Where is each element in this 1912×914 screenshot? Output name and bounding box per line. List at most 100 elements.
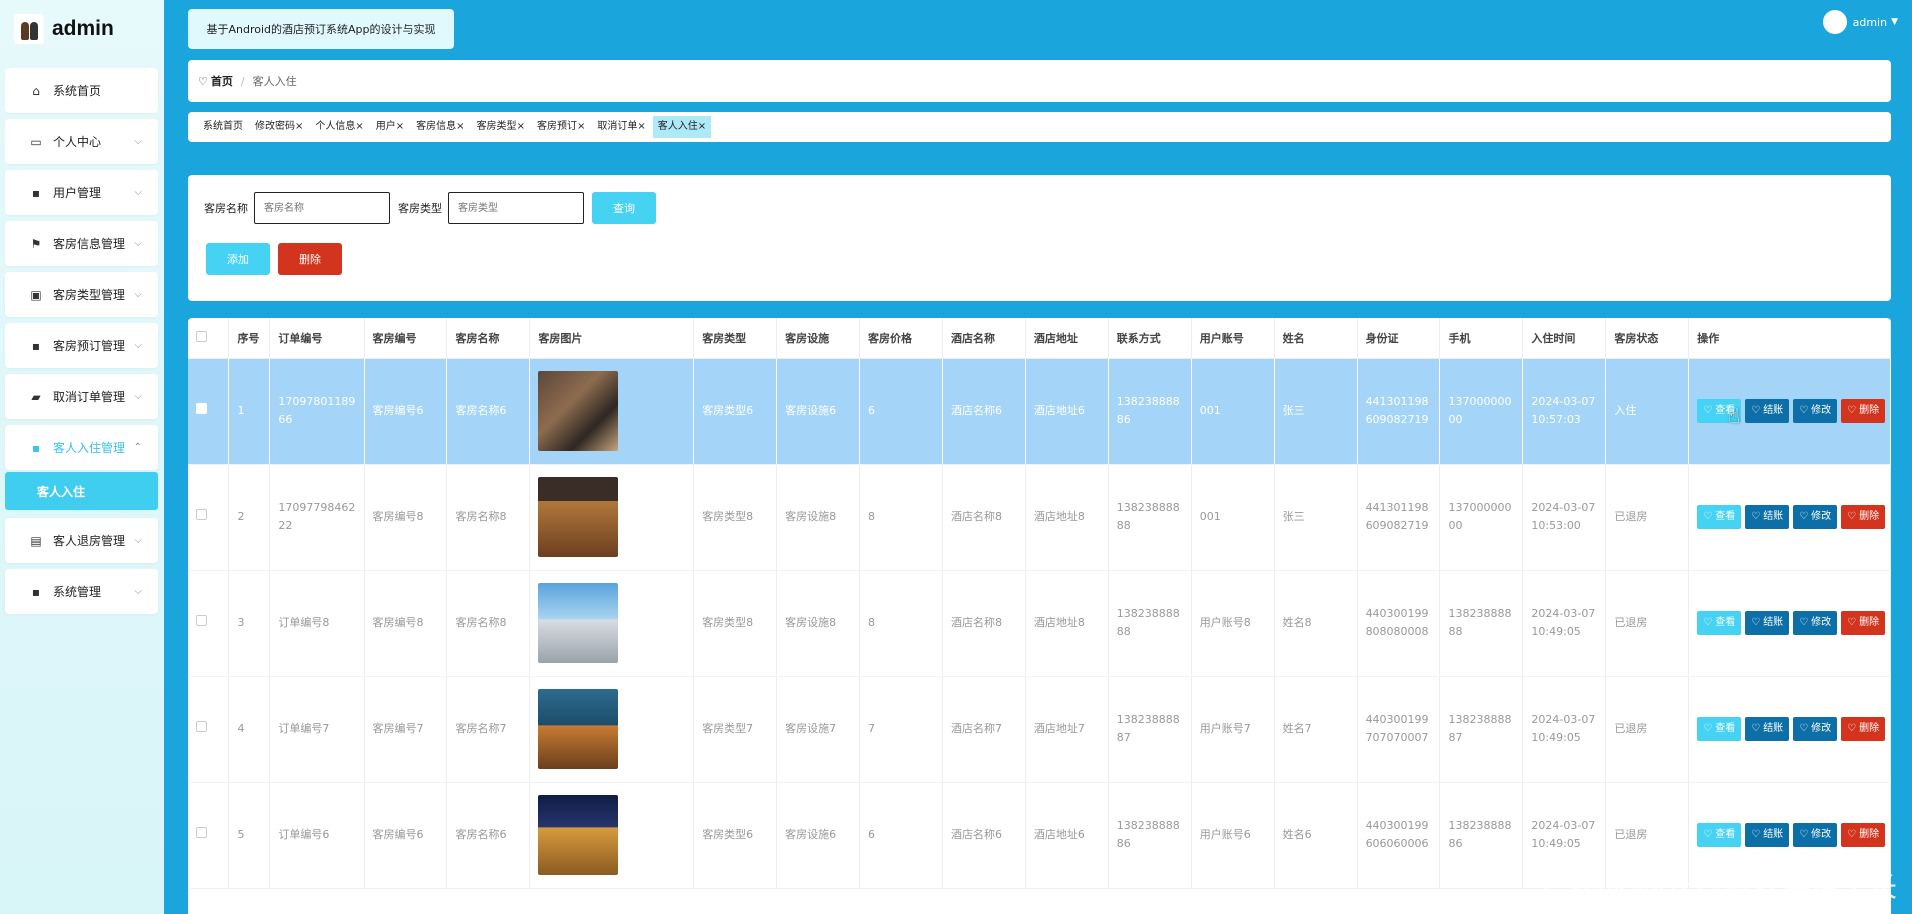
tab-cancel-order[interactable]: 取消订单× [592,116,650,138]
tab-home[interactable]: 系统首页 [198,116,248,138]
room-thumbnail-image[interactable] [538,477,619,557]
room-type-input[interactable] [448,192,584,224]
edit-button[interactable]: ♡ 修改 [1793,823,1838,847]
row-delete-button[interactable]: ♡ 删除 [1841,717,1886,741]
row-checkbox[interactable] [196,721,207,732]
row-delete-button[interactable]: ♡ 删除 [1841,505,1886,529]
tab-personal-info[interactable]: 个人信息× [310,116,368,138]
row-delete-button[interactable]: ♡ 删除 [1841,399,1886,423]
tab-label: 用户 [375,121,396,132]
column-header: 酒店名称 [942,318,1026,359]
close-icon[interactable]: × [517,121,525,132]
checkout-button[interactable]: ♡ 结账 [1745,399,1790,423]
room-thumbnail-image[interactable] [538,795,619,875]
select-all-checkbox[interactable] [196,330,207,342]
room-name-input[interactable] [254,192,390,224]
row-select-cell[interactable] [188,464,230,571]
row-checkbox[interactable] [196,403,207,414]
heart-icon: ♡ [1751,829,1761,840]
tab-change-password[interactable]: 修改密码× [250,116,308,138]
sidebar-item-checkout[interactable]: ▤ 客人退房管理 ⌵ [5,518,158,563]
sidebar-item-booking[interactable]: ▪ 客房预订管理 ⌵ [5,323,158,368]
row-select-cell[interactable] [188,570,230,677]
view-button[interactable]: ♡ 查看 [1697,611,1742,635]
tab-checkin[interactable]: 客人入住× [652,116,712,138]
sidebar-item-users[interactable]: ▪ 用户管理 ⌵ [5,170,158,215]
row-checkbox[interactable] [196,509,207,520]
home-icon: ⌂ [32,83,40,98]
tab-booking[interactable]: 客房预订× [532,116,590,138]
close-icon[interactable]: × [698,121,706,132]
room-thumbnail-image[interactable] [538,583,619,663]
sidebar-item-cancel-order[interactable]: ▰ 取消订单管理 ⌵ [5,374,158,419]
edit-button[interactable]: ♡ 修改 [1793,717,1838,741]
tab-room-info[interactable]: 客房信息× [411,116,469,138]
edit-button[interactable]: ♡ 修改 [1793,611,1838,635]
close-icon[interactable]: × [295,121,303,132]
grid-icon: ▪ [31,440,41,455]
close-icon[interactable]: × [637,121,645,132]
sidebar-item-room-type[interactable]: ▣ 客房类型管理 ⌵ [5,272,158,317]
room-thumbnail-image[interactable] [538,371,619,451]
view-button[interactable]: ♡ 查看 [1697,505,1742,529]
action-label: 修改 [1811,829,1832,840]
row-checkbox[interactable] [196,615,207,626]
cell-order-no: 订单编号6 [269,782,365,889]
add-button[interactable]: 添加 [206,243,270,275]
row-checkbox[interactable] [196,827,207,838]
tab-room-type[interactable]: 客房类型× [472,116,530,138]
sidebar-item-room-info[interactable]: ⚑ 客房信息管理 ⌵ [5,221,158,266]
close-icon[interactable]: × [577,121,585,132]
row-select-cell[interactable] [188,782,230,889]
checkout-button[interactable]: ♡ 结账 [1745,505,1790,529]
cell-id-card: 440300199707070007 [1357,676,1441,783]
cell-name: 张三 [1274,464,1358,571]
row-select-cell[interactable] [188,358,230,465]
sidebar-item-home[interactable]: ⌂ 系统首页 [5,68,158,113]
close-icon[interactable]: × [355,121,363,132]
column-header: 客房设施 [776,318,861,359]
view-button[interactable]: ♡ 查看 [1697,823,1742,847]
room-image-cell [529,782,695,889]
edit-button[interactable]: ♡ 修改 [1793,399,1838,423]
cell-phone: 13700000000 [1439,358,1524,465]
table-row[interactable]: 2 1709779846222 客房编号8 客房名称8 客房类型8 客房设施8 8 酒店名称8… [188,464,1891,571]
cell-room-no: 客房编号6 [364,782,448,889]
view-button[interactable]: ♡ 查看 [1697,717,1742,741]
delete-button[interactable]: 删除 [278,243,342,275]
sidebar-item-system[interactable]: ▪ 系统管理 ⌵ [5,569,158,614]
flag-icon: ⚑ [30,236,42,251]
table-header-row: 序号 订单编号 客房编号 客房名称 客房图片 客房类型 客房设施 客房价格 酒店… [188,318,1891,359]
heart-icon: ♡ [1703,617,1713,628]
query-button[interactable]: 查询 [592,192,656,224]
cell-phone: 13823888888 [1439,570,1524,677]
sidebar-item-personal[interactable]: ▭ 个人中心 ⌵ [5,119,158,164]
room-thumbnail-image[interactable] [538,689,619,769]
user-menu[interactable]: admin ▼ [1822,10,1898,34]
mouse-cursor-icon: ☝ [1728,404,1741,428]
row-delete-button[interactable]: ♡ 删除 [1841,611,1886,635]
sidebar-subitem-checkin[interactable]: 客人入住 [5,472,158,510]
table-row[interactable]: 1 1709780118966 客房编号6 客房名称6 客房类型6 客房设施6 6 酒店名称6… [188,358,1891,465]
close-icon[interactable]: × [396,121,404,132]
tab-users[interactable]: 用户× [371,116,409,138]
row-actions: ♡ 查看 ♡ 结账 ♡ 修改 ♡ 删除 [1697,717,1886,741]
edit-button[interactable]: ♡ 修改 [1793,505,1838,529]
checkout-button[interactable]: ♡ 结账 [1745,823,1790,847]
sidebar-item-checkin[interactable]: ▪ 客人入住管理 ⌃ [5,425,158,470]
tab-label: 取消订单 [597,121,638,132]
heart-icon: ♡ [1751,405,1761,416]
table-row[interactable]: 4 订单编号7 客房编号7 客房名称7 客房类型7 客房设施7 7 酒店名称7 酒店地址7 138… [188,676,1891,783]
checkout-button[interactable]: ♡ 结账 [1745,717,1790,741]
data-table-panel: 序号 订单编号 客房编号 客房名称 客房图片 客房类型 客房设施 客房价格 酒店… [188,318,1891,914]
breadcrumb-home[interactable]: 首页 [211,73,233,89]
row-select-cell[interactable] [188,676,230,783]
select-all-cell[interactable] [188,318,230,359]
table-row[interactable]: 3 订单编号8 客房编号8 客房名称8 客房类型8 客房设施8 8 酒店名称8 酒店地址8 138… [188,570,1891,677]
cell-hotel-addr: 酒店地址8 [1025,570,1109,677]
cell-account: 用户账号7 [1191,676,1275,783]
close-icon[interactable]: × [456,121,464,132]
cell-room-no: 客房编号7 [364,676,448,783]
checkout-button[interactable]: ♡ 结账 [1745,611,1790,635]
row-delete-button[interactable]: ♡ 删除 [1841,823,1886,847]
